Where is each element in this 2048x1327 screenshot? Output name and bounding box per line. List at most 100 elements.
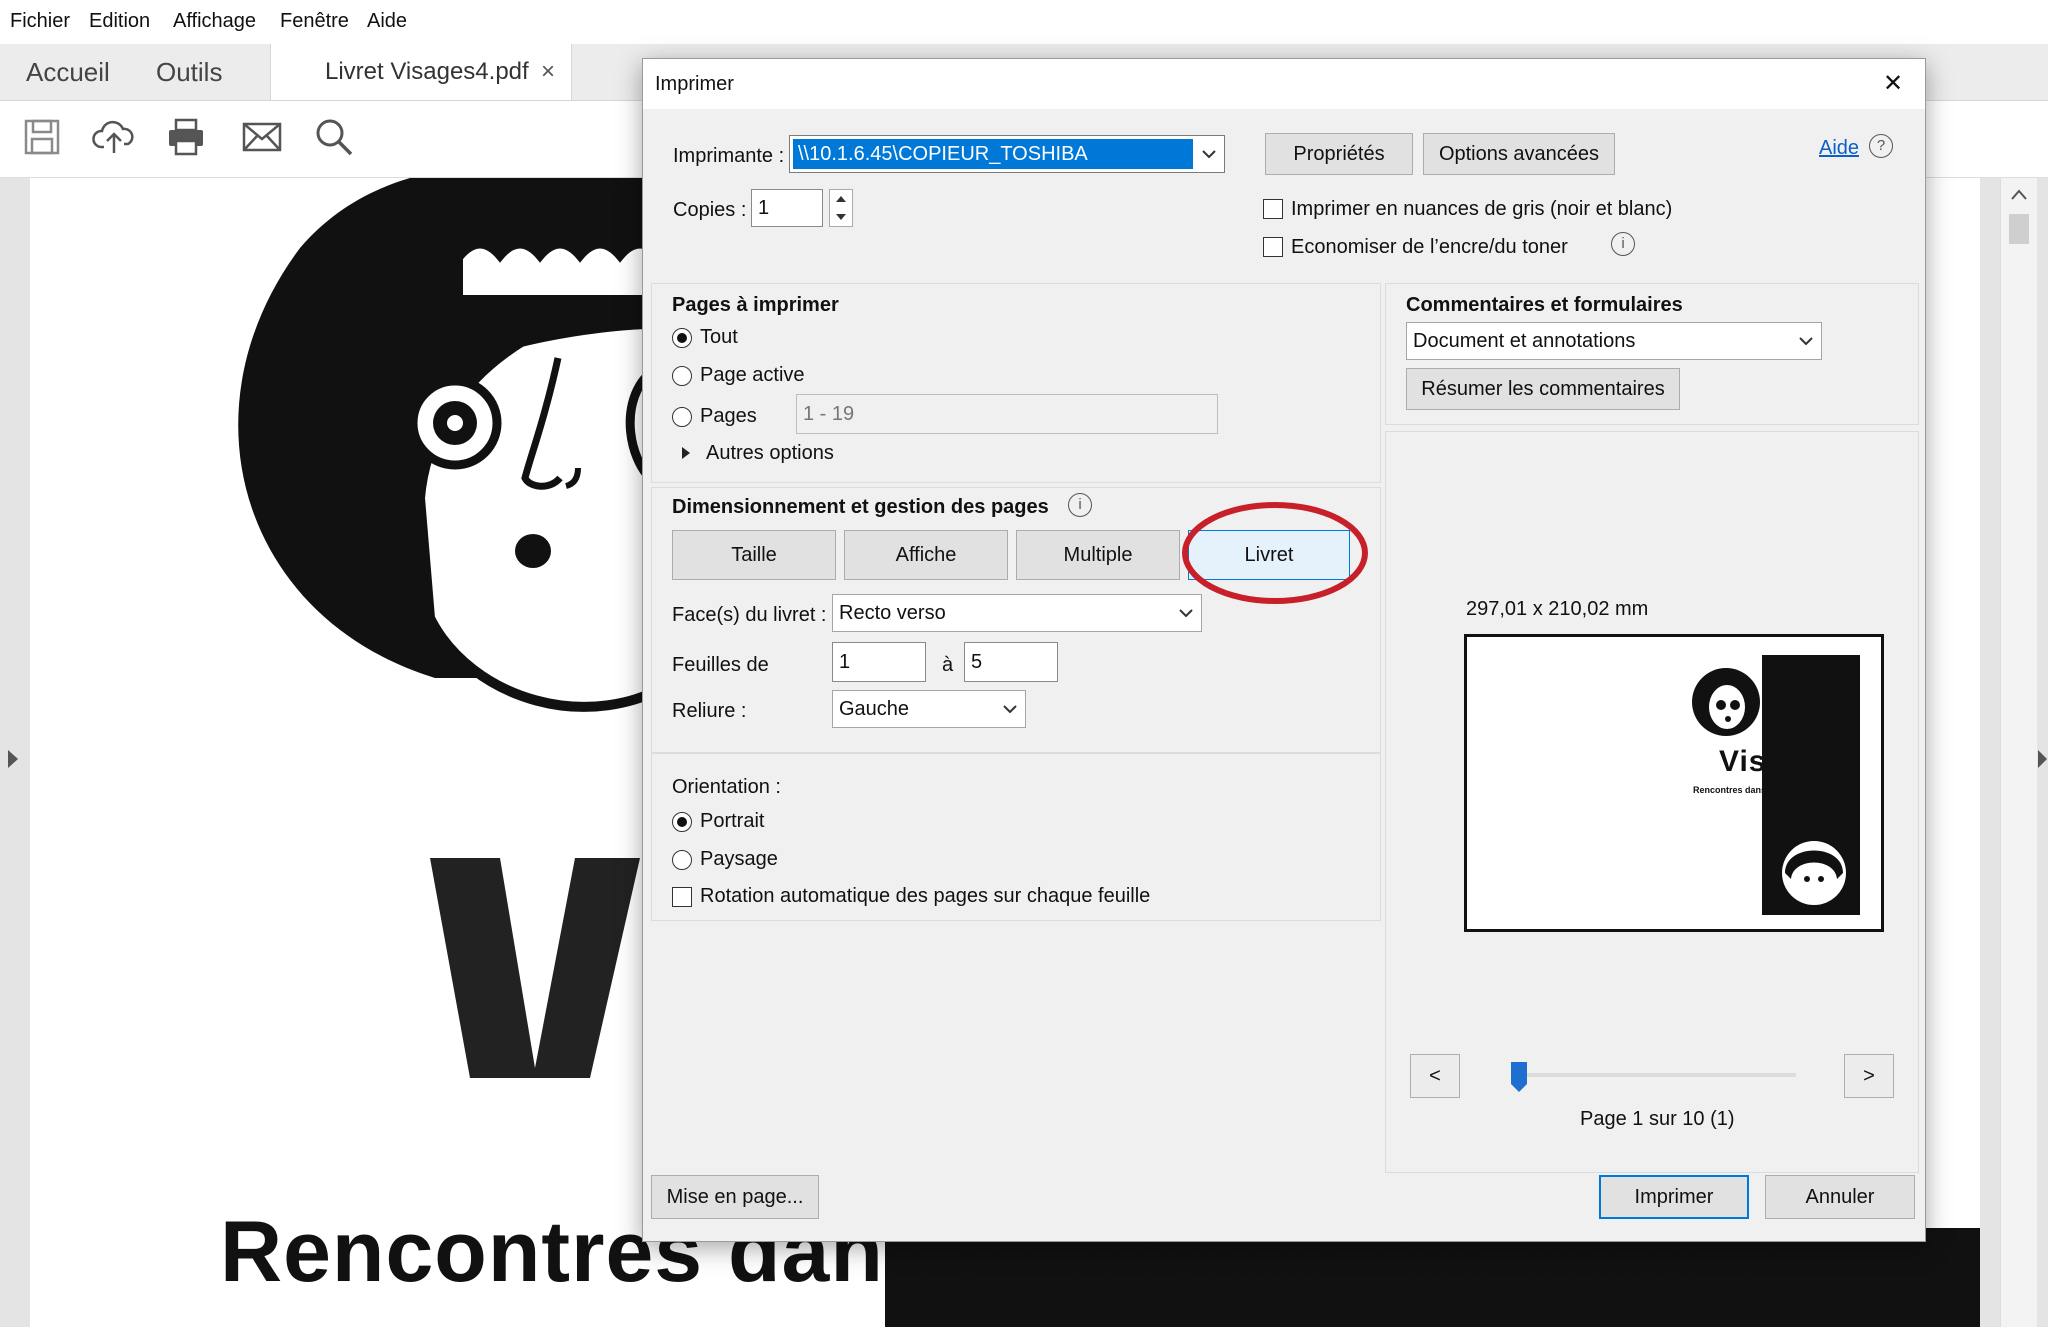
right-panel-arrow-icon[interactable] [2038,748,2048,770]
comments-value: Document et annotations [1413,330,1636,352]
preview-thumb-title: Visages [1719,745,1839,778]
orientation-panel: Orientation : Portrait Paysage Rotation … [651,753,1381,921]
sheets-to-input[interactable]: 5 [964,642,1058,682]
document-big-letter: V [415,818,416,819]
tab-document-label: Livret Visages4.pdf [325,58,529,85]
all-pages-label: Tout [700,326,738,348]
more-options-label[interactable]: Autres options [706,442,834,465]
vertical-scrollbar[interactable] [2000,178,2037,1327]
pages-range-label: Pages [700,405,757,427]
preview-page-info: Page 1 sur 10 (1) [1580,1108,1735,1130]
preview-thumb-subtitle: Rencontres dans la Galerie du Temps [1693,785,1854,795]
tab-multiple[interactable]: Multiple [1016,530,1180,580]
comments-select[interactable]: Document et annotations [1406,322,1822,360]
preview-slider-track[interactable] [1514,1073,1796,1077]
preview-thumbnail: Visages Rencontres dans la Galerie du Te… [1464,634,1884,932]
save-ink-checkbox[interactable] [1263,237,1283,257]
current-page-label: Page active [700,364,805,386]
preview-next-button[interactable]: > [1844,1054,1894,1098]
binding-label: Reliure : [672,700,747,722]
save-ink-label: Economiser de l’encre/du toner [1291,236,1568,258]
menu-fenetre[interactable]: Fenêtre [280,10,349,33]
stepper-down-icon[interactable] [834,211,848,223]
sheets-label: Feuilles de [672,654,769,676]
save-icon[interactable] [20,115,64,159]
dialog-close-icon[interactable]: ✕ [1883,69,1903,98]
copies-input[interactable]: 1 [751,189,823,227]
sheets-from-input[interactable]: 1 [832,642,926,682]
tab-taille[interactable]: Taille [672,530,836,580]
stepper-up-icon[interactable] [834,193,848,205]
menu-affichage[interactable]: Affichage [173,10,256,33]
scroll-up-icon[interactable] [2010,188,2028,202]
menu-aide[interactable]: Aide [367,10,407,33]
pages-to-print-panel: Pages à imprimer Tout Page active Pages … [651,283,1381,483]
booklet-sides-select[interactable]: Recto verso [832,594,1202,632]
print-button[interactable]: Imprimer [1599,1175,1749,1219]
preview-portrait-illustration [1782,841,1846,905]
preview-dimensions: 297,01 x 210,02 mm [1466,598,1649,620]
orientation-title: Orientation : [672,776,781,798]
radio-all-pages[interactable] [672,328,692,348]
printer-value: \\10.1.6.45\COPIEUR_TOSHIBA [798,143,1088,165]
preview-title-dark: Visages [1719,745,1839,779]
binding-select[interactable]: Gauche [832,690,1026,728]
comments-panel: Commentaires et formulaires Document et … [1385,283,1919,425]
save-ink-info-icon[interactable]: i [1611,232,1635,256]
preview-prev-button[interactable]: < [1410,1054,1460,1098]
landscape-label: Paysage [700,848,778,870]
radio-portrait[interactable] [672,812,692,832]
chevron-down-icon [1799,337,1813,346]
dialog-title-bar: Imprimer ✕ [643,59,1925,109]
properties-button[interactable]: Propriétés [1265,133,1413,175]
page-setup-button[interactable]: Mise en page... [651,1175,819,1219]
booklet-sides-value: Recto verso [839,602,946,624]
help-icon[interactable]: ? [1869,134,1893,158]
grayscale-label: Imprimer en nuances de gris (noir et bla… [1291,198,1673,220]
cancel-button[interactable]: Annuler [1765,1175,1915,1219]
preview-slider-thumb[interactable] [1508,1060,1530,1094]
auto-rotate-label: Rotation automatique des pages sur chaqu… [700,885,1151,907]
printer-icon[interactable] [164,115,208,159]
tab-affiche[interactable]: Affiche [844,530,1008,580]
radio-pages-range[interactable] [672,407,692,427]
menu-edition[interactable]: Edition [89,10,150,33]
preview-face-illustration [1692,668,1760,736]
dialog-title: Imprimer [655,73,734,95]
binding-value: Gauche [839,698,910,720]
auto-rotate-checkbox[interactable] [672,887,692,907]
sheets-to-label: à [942,654,954,676]
tab-outils[interactable]: Outils [156,44,222,100]
portrait-label: Portrait [700,810,765,832]
copies-label: Copies : [673,199,747,221]
printer-select[interactable]: \\10.1.6.45\COPIEUR_TOSHIBA [789,135,1225,173]
grayscale-checkbox[interactable] [1263,199,1283,219]
tab-close-icon[interactable]: × [541,44,555,100]
expand-triangle-icon[interactable] [680,446,692,460]
pages-section-title: Pages à imprimer [672,294,839,316]
cloud-upload-icon[interactable] [92,115,136,159]
chevron-down-icon [1202,150,1216,159]
menu-fichier[interactable]: Fichier [10,10,70,33]
tab-accueil[interactable]: Accueil [26,44,110,100]
search-icon[interactable] [312,115,356,159]
tab-document[interactable]: Livret Visages4.pdf × [270,44,572,100]
scroll-thumb[interactable] [2009,214,2029,244]
booklet-sides-label: Face(s) du livret : [672,604,827,626]
mail-icon[interactable] [240,115,284,159]
pages-range-input[interactable]: 1 - 19 [796,394,1218,434]
summarize-comments-button[interactable]: Résumer les commentaires [1406,368,1680,410]
radio-current-page[interactable] [672,366,692,386]
advanced-options-button[interactable]: Options avancées [1423,133,1615,175]
copies-stepper[interactable] [829,189,853,227]
highlight-circle [1182,502,1368,604]
sizing-section-title: Dimensionnement et gestion des pages [672,496,1049,518]
radio-landscape[interactable] [672,850,692,870]
left-panel-arrow-icon[interactable] [6,748,20,770]
comments-section-title: Commentaires et formulaires [1406,294,1683,316]
preview-panel: 297,01 x 210,02 mm Visages Rencontres da… [1385,431,1919,1173]
print-dialog: Imprimer ✕ Imprimante : \\10.1.6.45\COPI… [642,58,1926,1242]
help-link[interactable]: Aide [1819,137,1859,160]
sizing-info-icon[interactable]: i [1068,493,1092,517]
chevron-down-icon [1003,705,1017,714]
